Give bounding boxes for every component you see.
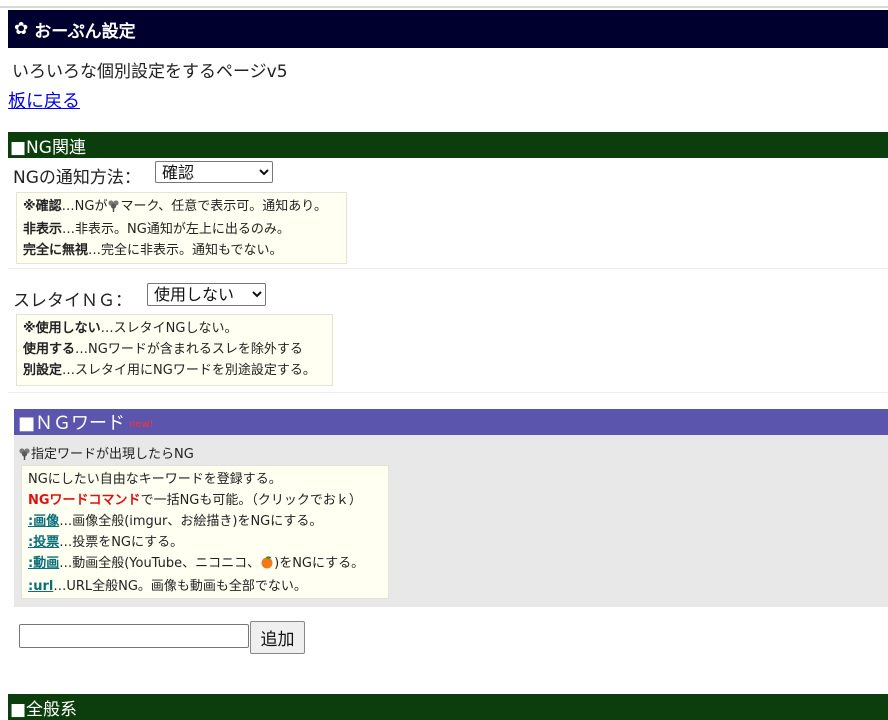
ng-flower-icon [107, 198, 120, 219]
note-text: …NGが [61, 199, 108, 214]
new-badge: new! [129, 418, 154, 430]
note-text: …スレタイNGしない。 [100, 321, 238, 336]
section-header-ng-word: ■ＮＧワード new! [14, 409, 888, 435]
divider [8, 392, 888, 393]
note-term: 使用する [23, 342, 76, 357]
note-text: …画像全般(imgur、お絵描き)をNGにする。 [59, 514, 323, 529]
ng-word-description: 指定ワードが出現したらNG [18, 443, 194, 464]
note-text: …完全に非表示。通知もでない。 [88, 243, 283, 258]
section-header-general: ■全般系 [8, 694, 888, 720]
page-subtitle: いろいろな個別設定をするページv5 [12, 62, 288, 82]
note-text: …投票をNGにする。 [59, 535, 184, 550]
ng-notify-note: ※確認…NGが マーク、任意で表示可。通知あり。 非表示…非表示。NG通知が左上に… [16, 192, 347, 264]
ng-notify-label: NGの通知方法： [13, 168, 141, 188]
note-term: 別設定 [23, 363, 63, 378]
command-image-link[interactable]: :画像 [28, 514, 59, 529]
note-term: ※使用しない [23, 321, 101, 336]
orange-fruit-icon [260, 555, 274, 576]
note-term: ※確認 [23, 199, 62, 214]
command-vote-link[interactable]: :投票 [28, 535, 59, 550]
note-text: で一括NGも可能。（クリックでおｋ） [140, 493, 362, 508]
gear-icon: ✿ [14, 19, 29, 39]
divider [8, 268, 888, 269]
note-text: )をNGにする。 [274, 556, 365, 571]
command-video-link[interactable]: :動画 [28, 556, 59, 571]
note-text: …動画全般(YouTube、ニコニコ、 [59, 556, 261, 571]
title-bar: ✿ おーぷん設定 [8, 10, 888, 48]
note-text: …URL全般NG。画像も動画も全部でない。 [53, 579, 307, 594]
add-button[interactable]: 追加 [250, 621, 305, 654]
ng-word-note: NGにしたい自由なキーワードを登録する。 NGワードコマンドで一括NGも可能。（… [21, 465, 389, 599]
note-text: NGにしたい自由なキーワードを登録する。 [28, 472, 282, 487]
command-url-link[interactable]: :url [28, 579, 53, 594]
note-text: …NGワードが含まれるスレを除外する [75, 342, 303, 357]
note-term: 非表示 [23, 222, 63, 237]
note-term: 完全に無視 [23, 243, 89, 258]
note-text: …非表示。NG通知が左上に出るのみ。 [62, 222, 290, 237]
ng-word-command-link[interactable]: NGワードコマンド [28, 493, 141, 508]
ng-flower-icon [18, 447, 31, 464]
back-to-board-link[interactable]: 板に戻る [8, 87, 80, 113]
top-divider [0, 6, 888, 8]
ng-word-title: ■ＮＧワード [18, 413, 126, 434]
ng-word-desc-text: 指定ワードが出現したらNG [31, 447, 194, 462]
thread-title-ng-label: スレタイＮＧ： [13, 291, 132, 311]
page-title: おーぷん設定 [34, 21, 136, 42]
thread-title-ng-note: ※使用しない…スレタイNGしない。 使用する…NGワードが含まれるスレを除外する… [16, 314, 333, 386]
ng-notify-select[interactable]: 確認 [155, 161, 273, 183]
thread-title-ng-select[interactable]: 使用しない [147, 283, 266, 306]
note-text: …スレタイ用にNGワードを別途設定する。 [62, 363, 316, 378]
ng-word-input[interactable] [19, 624, 249, 648]
section-header-ng: ■NG関連 [8, 132, 888, 158]
note-text: マーク、任意で表示可。通知あり。 [120, 199, 328, 214]
